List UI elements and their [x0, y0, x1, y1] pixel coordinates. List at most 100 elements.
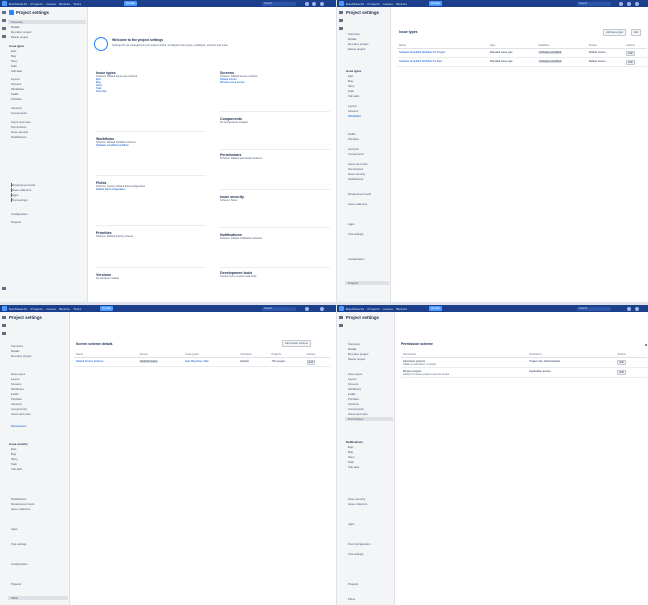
search-input[interactable]: Search	[262, 306, 296, 311]
sidebar-item-story[interactable]: Story	[11, 457, 18, 461]
card-link[interactable]: Software simplified workflow	[96, 144, 206, 147]
sidebar-item-epic[interactable]: Epic	[11, 447, 16, 451]
sidebar-item-configuration[interactable]: Configuration	[11, 562, 28, 566]
row-action-button[interactable]: Edit	[626, 50, 635, 56]
sidebar-item-projects[interactable]: Projects	[345, 281, 389, 285]
sidebar-item-workflows[interactable]: Workflows	[11, 387, 24, 391]
sidebar-item-epic[interactable]: Epic	[348, 74, 353, 78]
home-icon[interactable]	[1, 11, 6, 14]
nav-issues[interactable]: Issues	[383, 2, 393, 6]
sidebar-item-issue-security[interactable]: Issue security	[348, 497, 365, 501]
sidebar-item-fields[interactable]: Fields	[348, 132, 355, 136]
sidebar-item-summary[interactable]: Summary	[11, 344, 23, 348]
nav-dashboards[interactable]: Dashboards	[346, 2, 364, 6]
sidebar-item-summary[interactable]: Summary	[348, 32, 360, 36]
sidebar-item-issue-types[interactable]: Issue types	[346, 69, 361, 73]
sidebar-item-permissions[interactable]: Permissions	[345, 417, 393, 421]
sidebar-item-screens[interactable]: Screens	[11, 82, 21, 86]
nav-boards[interactable]: Boards	[59, 2, 70, 6]
sidebar-item-issue-collectors[interactable]: Issue collectors	[348, 202, 367, 206]
row-screen[interactable]: Default screen	[139, 359, 159, 363]
backlog-icon[interactable]	[1, 332, 6, 335]
home-icon[interactable]	[338, 11, 343, 14]
sidebar-item-components[interactable]: Components	[11, 111, 27, 115]
row-action-button[interactable]: Edit	[626, 59, 635, 65]
sidebar-item-priorities[interactable]: Priorities	[11, 97, 22, 101]
sidebar-item-story[interactable]: Story	[348, 455, 355, 459]
nav-projects[interactable]: Projects	[30, 307, 42, 311]
avatar[interactable]	[635, 1, 639, 6]
home-icon[interactable]	[338, 316, 343, 319]
sidebar-item-projects[interactable]: Projects	[11, 220, 21, 224]
sidebar-item-test-settings[interactable]: Test settings	[348, 232, 364, 236]
nav-dashboards[interactable]: Dashboards	[9, 307, 27, 311]
sidebar-item-layout[interactable]: Layout	[11, 377, 19, 381]
backlog-icon[interactable]	[338, 27, 343, 30]
nav-projects[interactable]: Projects	[30, 2, 42, 6]
sidebar-item-development-tools[interactable]: Development tools	[348, 192, 371, 196]
sidebar-item-test-settings[interactable]: Test settings	[11, 542, 27, 546]
sidebar-item-priorities[interactable]: Priorities	[348, 137, 359, 141]
nav-boards[interactable]: Boards	[59, 307, 70, 311]
search-input[interactable]: Search	[577, 306, 611, 311]
sidebar-item-bug[interactable]: Bug	[11, 452, 16, 456]
notifications-icon[interactable]	[619, 1, 623, 6]
app-logo-icon[interactable]	[2, 1, 7, 6]
sidebar-item-reindex[interactable]: Re-index project	[348, 42, 368, 46]
board-icon[interactable]	[1, 324, 6, 327]
sidebar-item-versions[interactable]: Versions	[348, 402, 359, 406]
settings-icon[interactable]	[1, 287, 6, 290]
sidebar-item-priorities[interactable]: Priorities	[348, 397, 359, 401]
sidebar-item-users-roles[interactable]: Users and roles	[11, 412, 31, 416]
nav-boards[interactable]: Boards	[396, 307, 407, 311]
create-button[interactable]: Create	[429, 1, 443, 6]
sidebar-item-test-configuration[interactable]: Test Configuration	[348, 542, 371, 546]
sidebar-item-fields[interactable]: Fields	[11, 392, 18, 396]
nav-tests[interactable]: Tests	[73, 307, 81, 311]
sidebar-item-details[interactable]: Details	[348, 347, 357, 351]
board-icon[interactable]	[338, 324, 343, 327]
sidebar-item-details[interactable]: Details	[11, 25, 20, 29]
sidebar-item-layout[interactable]: Layout	[348, 377, 356, 381]
notifications-icon[interactable]	[305, 306, 309, 311]
card-link[interactable]: Resolve issue screen	[220, 81, 330, 84]
sidebar-item-users-roles[interactable]: Users and roles	[348, 412, 368, 416]
sidebar-item-summary[interactable]: Summary	[348, 342, 360, 346]
row-issue-types[interactable]: Epic Bug Story Task	[183, 357, 239, 367]
sidebar-item-screens[interactable]: Screens	[11, 382, 21, 386]
nav-dashboards[interactable]: Dashboards	[346, 307, 364, 311]
help-icon[interactable]	[312, 1, 316, 6]
help-icon[interactable]	[627, 1, 631, 6]
sidebar-item-screens[interactable]: Screens	[348, 382, 358, 386]
sidebar-item-layout[interactable]: Layout	[348, 104, 356, 108]
sidebar-item-delete[interactable]: Delete project	[348, 357, 365, 361]
sidebar-item-reindex[interactable]: Re-index project	[11, 30, 31, 34]
nav-issues[interactable]: Issues	[46, 307, 56, 311]
nav-issues[interactable]: Issues	[383, 307, 393, 311]
sidebar-item-reindex[interactable]: Re-index project	[348, 352, 368, 356]
sidebar-item-plans[interactable]: Plans	[8, 596, 68, 600]
avatar[interactable]	[635, 306, 639, 311]
app-logo-icon[interactable]	[339, 306, 344, 311]
sidebar-item-layout[interactable]: Layout	[11, 77, 19, 81]
sidebar-item-screens[interactable]: Screens	[348, 109, 358, 113]
nav-menu[interactable]: Dashboards · Projects · Issues · Boards …	[9, 307, 81, 311]
row-workflow[interactable]: Software simplified	[538, 59, 563, 63]
nav-tests[interactable]: Tests	[73, 2, 81, 6]
sidebar-item-story[interactable]: Story	[11, 59, 18, 63]
sidebar-item-configuration[interactable]: Configuration	[11, 212, 28, 216]
nav-projects[interactable]: Projects	[367, 307, 379, 311]
nav-boards[interactable]: Boards	[396, 2, 407, 6]
row-name[interactable]: Software Simplified Workflow for Epic	[397, 57, 488, 67]
sidebar-item-epic[interactable]: Epic	[11, 49, 16, 53]
edit-button[interactable]: Edit	[631, 29, 642, 36]
notifications-icon[interactable]	[305, 1, 309, 6]
row-action-button[interactable]: Edit	[617, 369, 626, 375]
card-link[interactable]: Sub-task	[96, 90, 206, 93]
sidebar-item-bug[interactable]: Bug	[11, 54, 16, 58]
sidebar-item-issue-security[interactable]: Issue security	[348, 172, 365, 176]
sidebar-item-issue-types[interactable]: Issue types	[348, 372, 362, 376]
sidebar-item-versions[interactable]: Versions	[11, 402, 22, 406]
sidebar-item-reindex[interactable]: Re-index project	[11, 354, 31, 358]
row-action-button[interactable]: Edit	[306, 359, 316, 365]
